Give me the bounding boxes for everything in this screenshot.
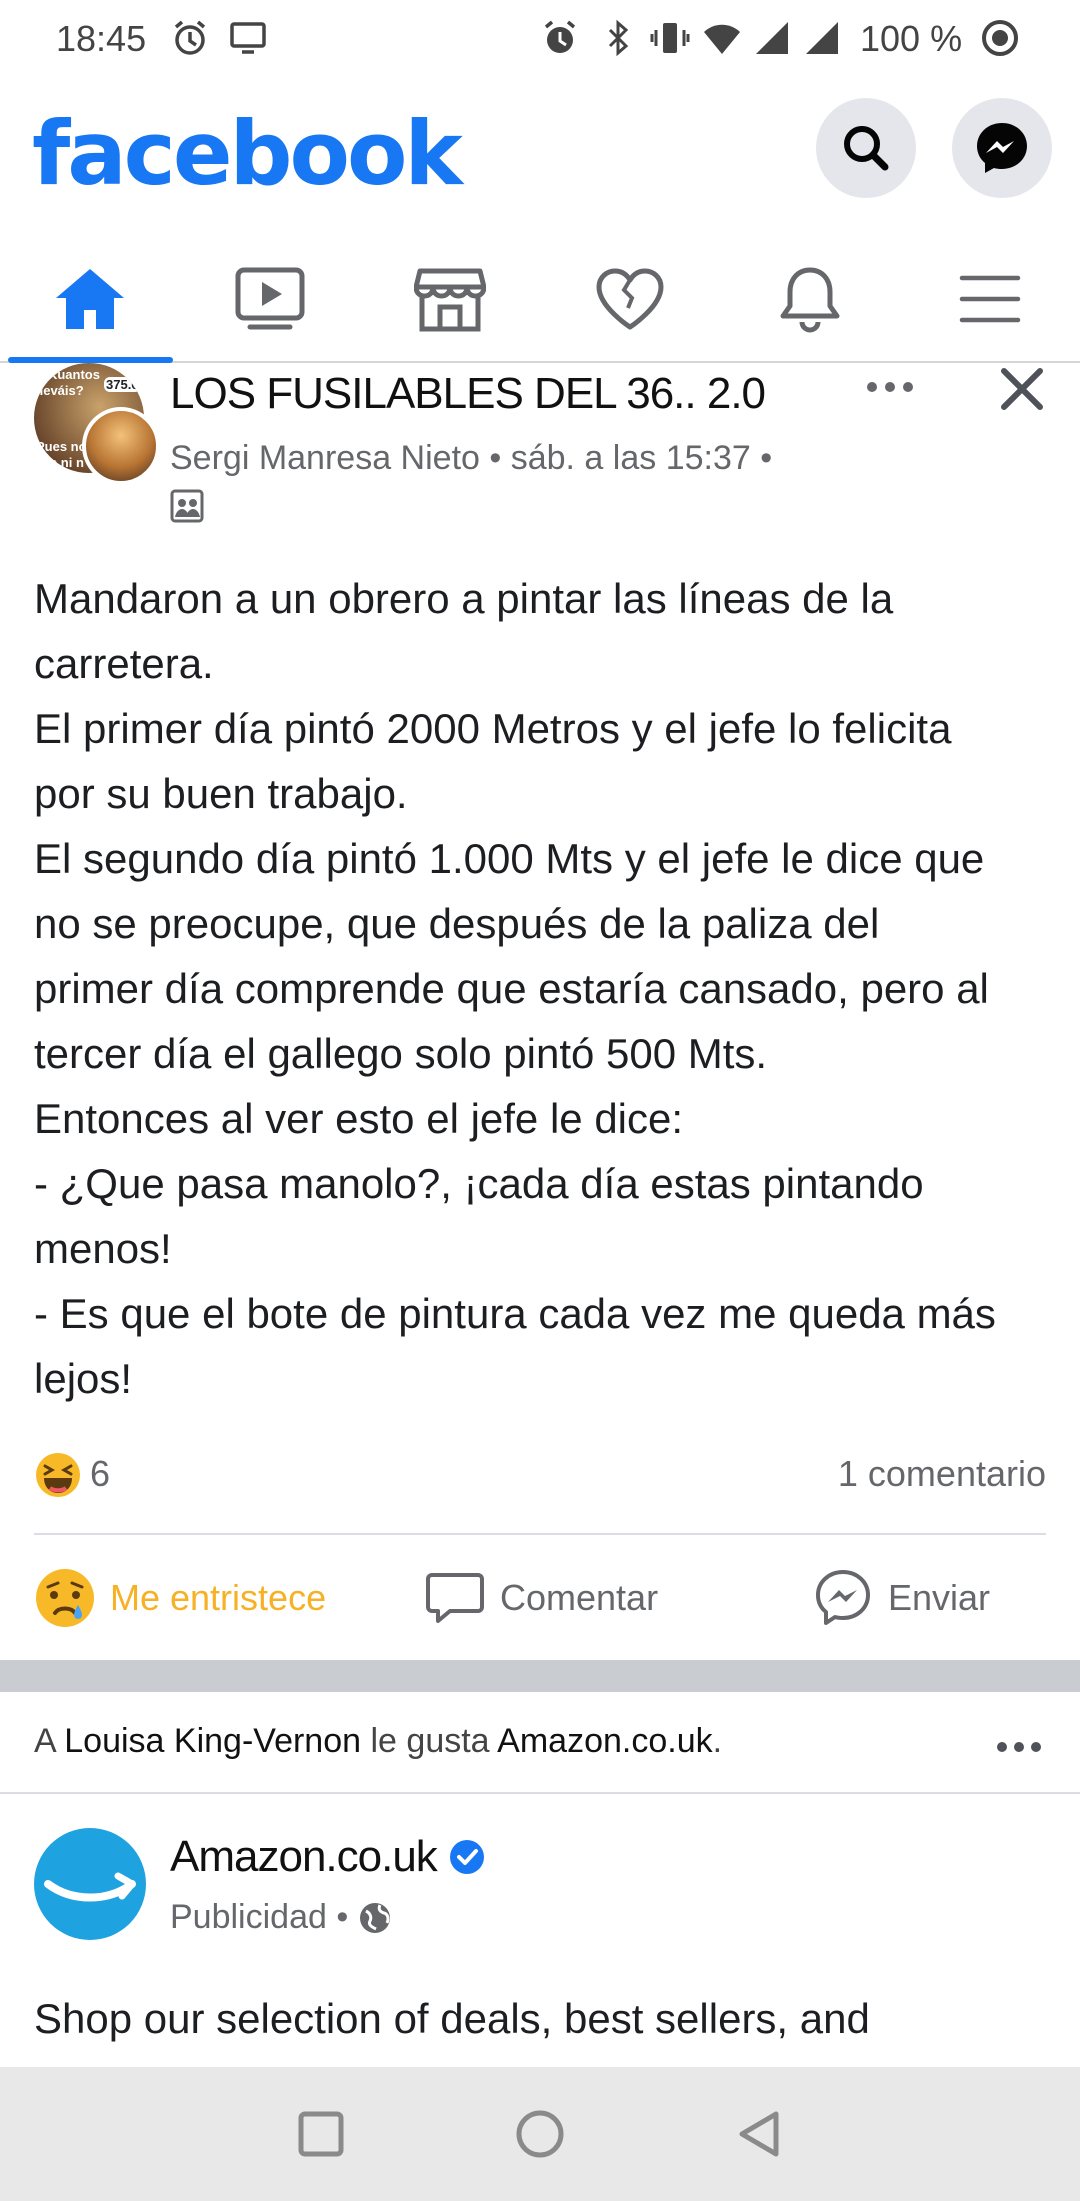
- liked-page[interactable]: Amazon.co.uk: [497, 1722, 712, 1760]
- post-meta: Sergi Manresa Nieto • sáb. a las 15:37 •: [170, 439, 772, 478]
- globe-icon: [360, 1902, 391, 1933]
- heart-icon: [596, 268, 664, 330]
- react-label: Me entristece: [110, 1576, 327, 1618]
- author-name[interactable]: Sergi Manresa Nieto: [170, 439, 480, 477]
- status-bar: 18:45 100 %: [0, 0, 1080, 80]
- comment-button[interactable]: Comentar: [424, 1535, 658, 1660]
- wifi-icon: [704, 24, 740, 54]
- comment-count[interactable]: 1 comentario: [838, 1453, 1046, 1495]
- more-icon: [997, 1742, 1041, 1752]
- home-icon: [56, 269, 124, 329]
- target-icon: [982, 20, 1018, 56]
- messenger-icon: [977, 123, 1027, 173]
- ad-body: Shop our selection of deals, best seller…: [34, 1995, 870, 2042]
- facebook-logo[interactable]: facebook: [32, 102, 463, 205]
- app-header: facebook: [0, 80, 1080, 230]
- home-nav-button[interactable]: [510, 2104, 570, 2164]
- sad-reaction-icon: [36, 1568, 94, 1627]
- alarm-icon: [544, 20, 576, 53]
- search-icon: [844, 126, 889, 171]
- tab-dating[interactable]: [540, 235, 720, 363]
- tab-home[interactable]: [0, 235, 180, 363]
- post-line: primer día comprende que estaría cansado…: [34, 965, 989, 1012]
- screen-icon: [230, 22, 266, 54]
- verified-badge-icon: [450, 1840, 484, 1874]
- ad-more-button[interactable]: [994, 1732, 1044, 1762]
- messenger-send-icon: [816, 1569, 870, 1625]
- close-icon: [1001, 368, 1043, 410]
- sponsored-post: A Louisa King-Vernon le gusta Amazon.co.…: [0, 1692, 1080, 2067]
- send-label: Enviar: [888, 1576, 991, 1618]
- post-line: carretera.: [34, 640, 214, 687]
- liked-by-person[interactable]: Louisa King-Vernon: [64, 1722, 361, 1760]
- post-line: no se preocupe, que después de la paliza…: [34, 900, 880, 947]
- bluetooth-icon: [608, 19, 629, 57]
- post-line: tercer día el gallego solo pintó 500 Mts…: [34, 1030, 768, 1077]
- recents-icon: [298, 2111, 344, 2157]
- post-line: Mandaron a un obrero a pintar las líneas…: [34, 575, 894, 622]
- post-time: • sáb. a las 15:37 •: [489, 439, 773, 477]
- feed-post: ¿Kuantos lleváis? 375.0 Pues no da ni n …: [0, 363, 1080, 1661]
- post-line: El primer día pintó 2000 Metros y el jef…: [34, 705, 952, 752]
- comment-icon: [426, 1572, 484, 1623]
- bell-icon: [780, 267, 840, 333]
- video-icon: [235, 267, 305, 330]
- messenger-button[interactable]: [952, 98, 1052, 198]
- more-icon: [867, 382, 913, 392]
- haha-reaction-icon: [36, 1453, 80, 1497]
- menu-icon: [959, 275, 1021, 323]
- tab-watch[interactable]: [180, 235, 360, 363]
- tab-notifications[interactable]: [720, 235, 900, 363]
- post-line: por su buen trabajo.: [34, 770, 408, 817]
- back-button[interactable]: [730, 2104, 790, 2164]
- status-time: 18:45: [56, 18, 147, 59]
- author-avatar[interactable]: [82, 407, 160, 485]
- send-button[interactable]: Enviar: [812, 1535, 990, 1660]
- post-body: Mandaron a un obrero a pintar las líneas…: [34, 566, 1054, 1411]
- react-button[interactable]: Me entristece: [34, 1535, 326, 1660]
- ad-divider: [0, 1792, 1080, 1794]
- alarm-icon: [174, 20, 206, 55]
- post-line: - ¿Que pasa manolo?, ¡cada día estas pin…: [34, 1160, 924, 1207]
- post-actions: Me entristece Comentar Enviar: [0, 1535, 1080, 1660]
- signal-icon: [756, 22, 788, 54]
- battery-level: 100 %: [860, 18, 963, 59]
- social-context: A Louisa King-Vernon le gusta Amazon.co.…: [34, 1722, 723, 1760]
- comment-label: Comentar: [500, 1576, 659, 1618]
- tab-bar: [0, 235, 1080, 363]
- signal-icon: [806, 22, 838, 54]
- group-privacy-icon: [170, 489, 204, 523]
- group-avatar[interactable]: ¿Kuantos lleváis? 375.0 Pues no da ni n: [34, 363, 160, 487]
- home-circle-icon: [516, 2110, 564, 2158]
- feed-separator: [0, 1660, 1080, 1692]
- group-name[interactable]: LOS FUSILABLES DEL 36.. 2.0: [170, 369, 766, 419]
- reaction-count: 6: [90, 1453, 111, 1494]
- ad-meta: Publicidad •: [170, 1898, 392, 1937]
- reaction-summary[interactable]: 6 1 comentario: [34, 1443, 1046, 1503]
- amazon-smile-icon: [44, 1872, 136, 1902]
- post-close-button[interactable]: [996, 363, 1048, 415]
- back-icon: [739, 2111, 779, 2157]
- tab-menu[interactable]: [900, 235, 1080, 363]
- sponsored-label: Publicidad •: [170, 1898, 349, 1936]
- post-line: menos!: [34, 1225, 172, 1272]
- amazon-logo[interactable]: [34, 1828, 146, 1940]
- vibrate-icon: [650, 23, 690, 53]
- system-nav-bar: [0, 2067, 1080, 2201]
- post-line: - Es que el bote de pintura cada vez me …: [34, 1290, 996, 1337]
- post-line: Entonces al ver esto el jefe le dice:: [34, 1095, 684, 1142]
- tab-marketplace[interactable]: [360, 235, 540, 363]
- search-button[interactable]: [816, 98, 916, 198]
- post-more-button[interactable]: [862, 367, 918, 407]
- advertiser-name[interactable]: Amazon.co.uk: [170, 1832, 438, 1882]
- post-line: lejos!: [34, 1355, 133, 1402]
- store-icon: [414, 268, 486, 332]
- post-line: El segundo día pintó 1.000 Mts y el jefe…: [34, 835, 985, 882]
- recents-button[interactable]: [291, 2104, 351, 2164]
